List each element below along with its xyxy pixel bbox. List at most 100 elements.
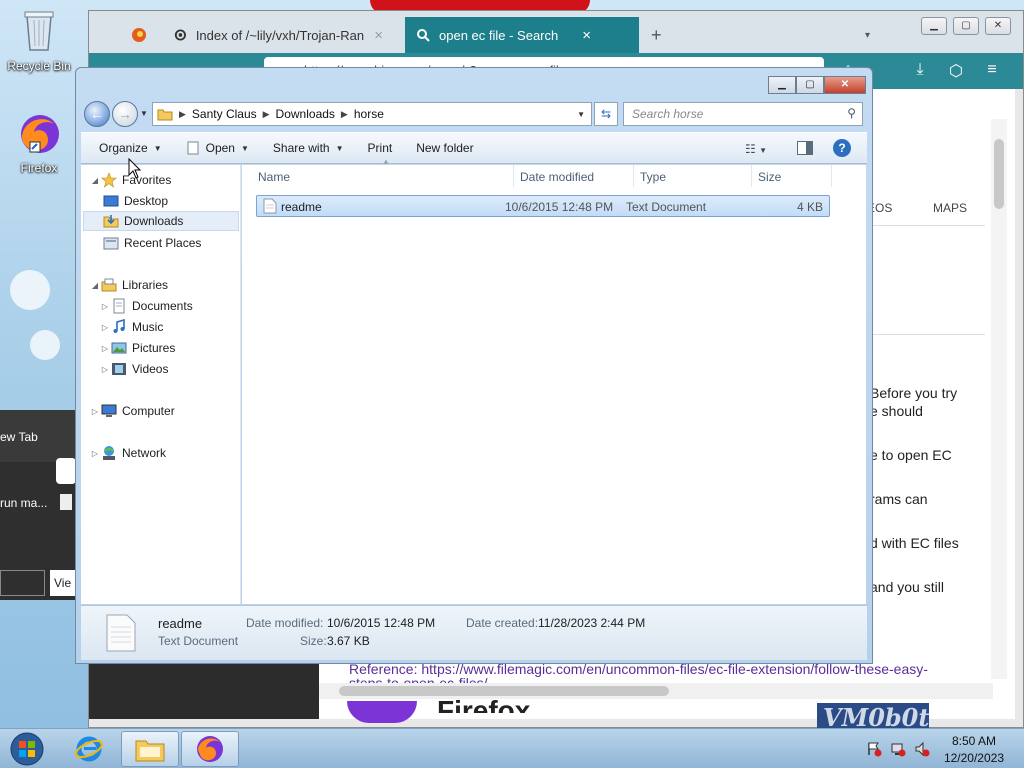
minimize-button[interactable]: ▁ bbox=[921, 17, 947, 35]
expand-arrow-icon[interactable]: ▷ bbox=[99, 323, 111, 332]
network-status-icon[interactable] bbox=[890, 741, 906, 757]
scroll-thumb[interactable] bbox=[994, 139, 1004, 209]
vertical-scrollbar[interactable] bbox=[991, 119, 1007, 679]
tab-list-chevron-icon[interactable]: ▾ bbox=[865, 17, 870, 53]
view-options-icon[interactable]: ☷ ▼ bbox=[745, 142, 767, 156]
column-header-date-modified[interactable]: Date modified bbox=[514, 165, 634, 187]
nav-label: Documents bbox=[132, 299, 193, 313]
expand-arrow-icon[interactable]: ◢ bbox=[89, 176, 101, 185]
address-dropdown-chevron-icon[interactable]: ▼ bbox=[577, 110, 585, 119]
open-button[interactable]: Open ▼ bbox=[174, 141, 261, 155]
maximize-button[interactable]: ▢ bbox=[796, 76, 824, 94]
tab-index-of[interactable]: Index of /~lily/vxh/Trojan-Ranso × bbox=[173, 17, 383, 53]
print-label: Print bbox=[367, 141, 393, 155]
print-button[interactable]: Print bbox=[356, 141, 405, 155]
nav-label: Desktop bbox=[124, 194, 169, 208]
firefox-icon bbox=[132, 28, 146, 42]
recent-pages-chevron-icon[interactable]: ▼ bbox=[140, 109, 148, 118]
nav-recent-places[interactable]: Recent Places bbox=[103, 233, 201, 253]
breadcrumb-santy-claus[interactable]: Santy Claus bbox=[186, 107, 263, 121]
chevron-down-icon: ▼ bbox=[153, 143, 162, 153]
details-file-name: readme bbox=[158, 616, 203, 631]
refresh-button[interactable]: ⇆ bbox=[594, 102, 618, 126]
expand-arrow-icon[interactable]: ▷ bbox=[99, 302, 111, 311]
nav-music[interactable]: ▷ Music bbox=[99, 317, 163, 337]
nav-computer[interactable]: ▷ Computer bbox=[89, 401, 175, 421]
menu-icon[interactable]: ≡ bbox=[981, 61, 1003, 81]
expand-arrow-icon[interactable]: ◢ bbox=[89, 281, 101, 290]
system-clock[interactable]: 8:50 AM 12/20/2023 bbox=[944, 733, 1004, 767]
new-folder-button[interactable]: New folder bbox=[404, 141, 485, 155]
search-icon[interactable]: ⚲ bbox=[847, 106, 856, 120]
document-icon bbox=[187, 141, 199, 155]
file-type: Text Document bbox=[626, 200, 707, 214]
details-size: 3.67 KB bbox=[327, 634, 370, 648]
volume-muted-icon[interactable] bbox=[914, 741, 930, 757]
column-header-name[interactable]: Name bbox=[252, 165, 514, 187]
nav-desktop[interactable]: Desktop bbox=[103, 191, 168, 211]
tab-open-ec-file-search[interactable]: open ec file - Search × bbox=[405, 17, 639, 53]
internet-explorer-icon bbox=[75, 736, 103, 762]
nav-libraries[interactable]: ◢ Libraries bbox=[89, 275, 168, 295]
open-label: Open bbox=[205, 141, 235, 155]
file-row[interactable]: readme 10/6/2015 12:48 PM Text Document … bbox=[256, 195, 830, 217]
page-text-line: d with EC files bbox=[870, 535, 959, 551]
libraries-icon bbox=[101, 278, 117, 292]
gear-icon bbox=[174, 29, 186, 41]
close-window-button[interactable]: ✕ bbox=[824, 76, 866, 94]
minimize-button[interactable]: ▁ bbox=[768, 76, 796, 94]
nav-network[interactable]: ▷ Network bbox=[89, 443, 166, 463]
search-tab-maps[interactable]: MAPS bbox=[933, 201, 967, 215]
taskbar-internet-explorer[interactable] bbox=[60, 731, 118, 767]
taskbar-firefox[interactable] bbox=[181, 731, 239, 767]
expand-arrow-icon[interactable]: ▷ bbox=[99, 344, 111, 353]
nav-pictures[interactable]: ▷ Pictures bbox=[99, 338, 175, 358]
share-with-button[interactable]: Share with ▼ bbox=[261, 141, 356, 155]
nav-label: Computer bbox=[122, 404, 175, 418]
taskbar-explorer[interactable] bbox=[121, 731, 179, 767]
address-bar[interactable]: ▶ Santy Claus ▶ Downloads ▶ horse ▼ bbox=[152, 102, 592, 126]
column-header-type[interactable]: Type bbox=[634, 165, 752, 187]
desktop-icon-label: Firefox bbox=[20, 161, 58, 175]
desktop-icon-label: Recycle Bin bbox=[7, 59, 71, 73]
chevron-right-icon: ▶ bbox=[179, 108, 186, 119]
close-window-button[interactable]: ✕ bbox=[985, 17, 1011, 35]
brand-text-partial: Firefox bbox=[437, 695, 531, 713]
partial-button[interactable]: Vie bbox=[50, 570, 75, 596]
preview-pane-icon[interactable] bbox=[797, 141, 813, 155]
nav-downloads[interactable]: Downloads bbox=[83, 211, 239, 231]
help-icon[interactable]: ? bbox=[833, 139, 851, 157]
page-text-line: and you still bbox=[870, 579, 944, 595]
breadcrumb-horse[interactable]: horse bbox=[348, 107, 390, 121]
desktop-icon-firefox[interactable]: Firefox bbox=[1, 112, 77, 175]
close-icon[interactable]: × bbox=[374, 27, 383, 44]
nav-videos[interactable]: ▷ Videos bbox=[99, 359, 169, 379]
forward-button[interactable]: → bbox=[112, 101, 138, 127]
action-center-icon[interactable] bbox=[866, 741, 882, 757]
horizontal-scrollbar[interactable] bbox=[319, 683, 993, 699]
expand-arrow-icon[interactable]: ▷ bbox=[89, 407, 101, 416]
expand-arrow-icon[interactable]: ▷ bbox=[89, 449, 101, 458]
download-icon[interactable]: ⤓ bbox=[909, 61, 931, 81]
taskbar: 8:50 AM 12/20/2023 bbox=[0, 728, 1024, 768]
desktop-icon bbox=[103, 195, 119, 207]
new-tab-button[interactable]: + bbox=[651, 17, 662, 53]
extensions-icon[interactable]: ⬡ bbox=[945, 61, 967, 81]
column-header-size[interactable]: Size bbox=[752, 165, 832, 187]
start-button[interactable] bbox=[0, 731, 54, 767]
breadcrumb-downloads[interactable]: Downloads bbox=[270, 107, 341, 121]
back-button[interactable]: ← bbox=[84, 101, 110, 127]
maximize-button[interactable]: ▢ bbox=[953, 17, 979, 35]
desktop-icon-recycle-bin[interactable]: Recycle Bin bbox=[1, 6, 77, 73]
nav-documents[interactable]: ▷ Documents bbox=[99, 296, 193, 316]
close-icon[interactable]: × bbox=[582, 27, 591, 44]
firefox-tab-firefox-view[interactable] bbox=[131, 17, 155, 53]
organize-button[interactable]: Organize ▼ bbox=[81, 141, 174, 155]
page-text-line: e should bbox=[870, 403, 923, 419]
details-file-type: Text Document bbox=[158, 634, 239, 648]
tab-label: Index of /~lily/vxh/Trojan-Ranso bbox=[195, 27, 365, 43]
chevron-right-icon: ▶ bbox=[262, 108, 270, 119]
search-input[interactable]: Search horse ⚲ bbox=[623, 102, 863, 126]
documents-icon bbox=[113, 298, 125, 314]
expand-arrow-icon[interactable]: ▷ bbox=[99, 365, 111, 374]
